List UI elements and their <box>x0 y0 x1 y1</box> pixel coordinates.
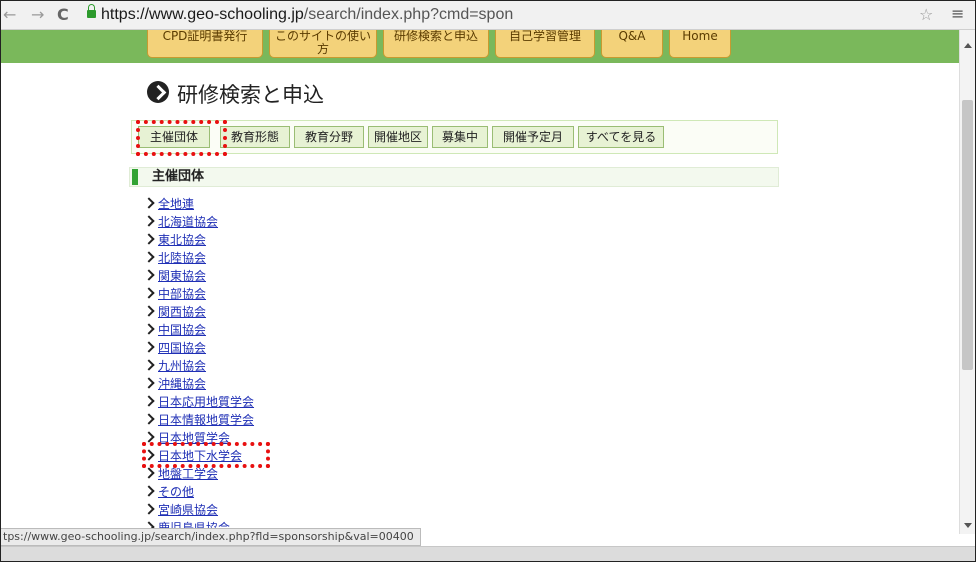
taskbar-strip <box>1 546 975 561</box>
sponsor-link[interactable]: その他 <box>158 484 194 500</box>
nav-qa[interactable]: Q&A <box>601 30 663 58</box>
sponsor-link[interactable]: 関東協会 <box>158 268 206 284</box>
nav-home[interactable]: Home <box>669 30 731 58</box>
chevron-right-icon <box>143 467 155 479</box>
tab-education-field[interactable]: 教育分野 <box>294 126 364 148</box>
nav-cpd-certificate[interactable]: CPD証明書発行 <box>147 30 263 58</box>
vertical-scrollbar[interactable] <box>959 30 975 534</box>
reload-icon[interactable]: C <box>57 5 69 25</box>
sponsor-link[interactable]: 沖縄協会 <box>158 376 206 392</box>
scroll-down-icon[interactable] <box>964 523 972 528</box>
sponsor-link[interactable]: 全地連 <box>158 196 194 212</box>
chevron-right-icon <box>143 485 155 497</box>
sponsor-link[interactable]: 北陸協会 <box>158 250 206 266</box>
chevron-right-icon <box>143 413 155 425</box>
tab-scheduled-month[interactable]: 開催予定月 <box>492 126 574 148</box>
bookmark-star-icon[interactable]: ☆ <box>919 5 933 24</box>
chevron-right-icon <box>143 215 155 227</box>
sponsor-link[interactable]: 地盤工学会 <box>158 466 218 482</box>
sponsor-link[interactable]: 九州協会 <box>158 358 206 374</box>
url-path: /search/index.php?cmd=spon <box>303 6 514 23</box>
highlight-groundwater-link <box>142 442 270 468</box>
chevron-right-icon <box>143 377 155 389</box>
sponsor-link[interactable]: 中国協会 <box>158 322 206 338</box>
browser-window: ← → C https://www.geo-schooling.jp/searc… <box>0 0 976 562</box>
nav-site-guide[interactable]: このサイトの使い方 <box>269 30 377 58</box>
sponsor-link[interactable]: 四国協会 <box>158 340 206 356</box>
sponsor-link[interactable]: 中部協会 <box>158 286 206 302</box>
nav-training-search[interactable]: 研修検索と申込 <box>383 30 489 58</box>
section-header: 主催団体 <box>129 167 779 187</box>
address-bar[interactable]: https://www.geo-schooling.jp/search/inde… <box>101 6 513 24</box>
page-viewport: CPD証明書発行 このサイトの使い方 研修検索と申込 自己学習管理 Q&A Ho… <box>1 30 959 534</box>
highlight-tab-sponsor <box>136 120 227 156</box>
sponsor-link[interactable]: 日本情報地質学会 <box>158 412 254 428</box>
chevron-right-icon <box>143 503 155 515</box>
tab-education-format[interactable]: 教育形態 <box>220 126 290 148</box>
chevron-right-icon <box>143 341 155 353</box>
menu-icon[interactable]: ≡ <box>951 4 964 23</box>
arrow-circle-icon <box>147 81 169 103</box>
scroll-thumb[interactable] <box>962 100 973 370</box>
section-title: 主催団体 <box>152 169 205 184</box>
chevron-right-icon <box>143 269 155 281</box>
chevron-right-icon <box>143 305 155 317</box>
status-bar: tps://www.geo-schooling.jp/search/index.… <box>1 528 421 546</box>
search-filter-tabs: 主催団体 教育形態 教育分野 開催地区 募集中 開催予定月 すべてを見る <box>131 120 778 154</box>
chevron-right-icon <box>143 233 155 245</box>
chevron-right-icon <box>143 431 155 443</box>
nav-self-study[interactable]: 自己学習管理 <box>495 30 595 58</box>
tab-recruiting[interactable]: 募集中 <box>432 126 488 148</box>
chevron-right-icon <box>143 323 155 335</box>
sponsor-link[interactable]: 宮崎県協会 <box>158 502 218 518</box>
scroll-up-icon[interactable] <box>964 43 972 48</box>
sponsor-link[interactable]: 日本応用地質学会 <box>158 394 254 410</box>
lock-icon <box>87 4 96 18</box>
tab-show-all[interactable]: すべてを見る <box>578 126 664 148</box>
sponsor-link[interactable]: 東北協会 <box>158 232 206 248</box>
section-marker <box>132 169 138 185</box>
chevron-right-icon <box>143 395 155 407</box>
page-title: 研修検索と申込 <box>177 83 324 107</box>
chevron-right-icon <box>143 287 155 299</box>
forward-icon[interactable]: → <box>31 5 44 25</box>
chevron-right-icon <box>143 197 155 209</box>
tab-region[interactable]: 開催地区 <box>368 126 428 148</box>
sponsor-link[interactable]: 関西協会 <box>158 304 206 320</box>
sponsor-link[interactable]: 北海道協会 <box>158 214 218 230</box>
back-icon[interactable]: ← <box>3 5 16 25</box>
chevron-right-icon <box>143 251 155 263</box>
chevron-right-icon <box>143 359 155 371</box>
browser-toolbar: ← → C https://www.geo-schooling.jp/searc… <box>1 1 975 30</box>
url-host: https://www.geo-schooling.jp <box>101 6 304 23</box>
